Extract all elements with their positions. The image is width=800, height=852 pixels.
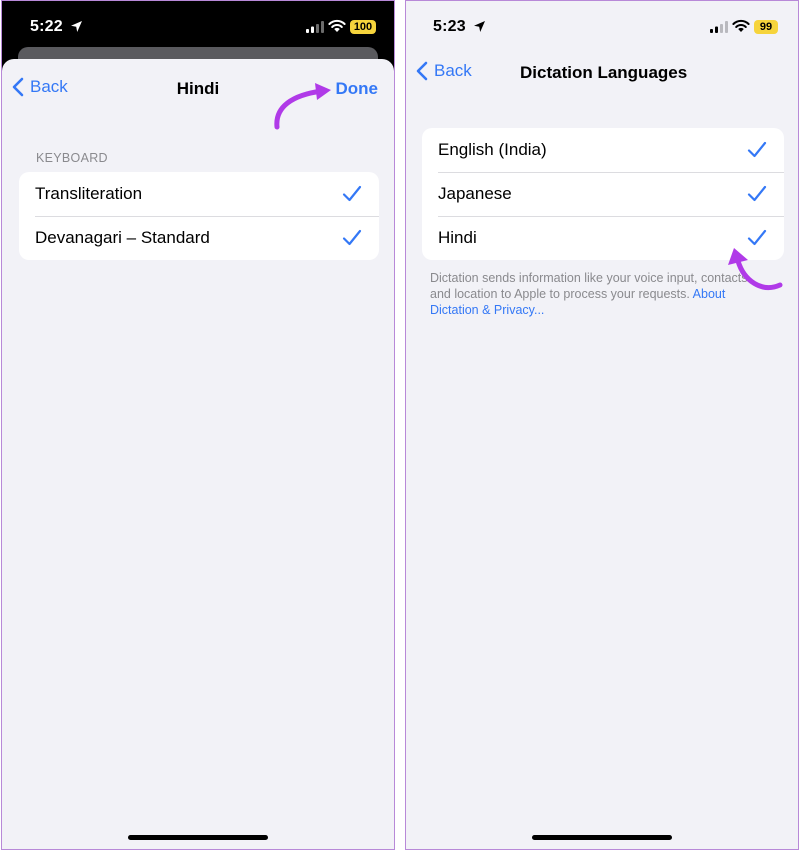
checkmark-icon bbox=[747, 229, 767, 246]
list-item-label: Devanagari – Standard bbox=[35, 228, 210, 247]
list-item-label: Transliteration bbox=[35, 184, 143, 203]
section-header: KEYBOARD bbox=[36, 151, 108, 165]
list-item-hindi[interactable]: Hindi bbox=[422, 216, 784, 260]
status-bar: 5:23 99 bbox=[406, 1, 798, 57]
dictation-footer: Dictation sends information like your vo… bbox=[430, 270, 770, 318]
checkmark-icon bbox=[747, 141, 767, 158]
cellular-signal-icon bbox=[710, 21, 728, 33]
status-time: 5:22 bbox=[30, 18, 63, 35]
back-button[interactable]: Back bbox=[416, 61, 472, 81]
cellular-signal-icon bbox=[306, 21, 324, 33]
list-item-transliteration[interactable]: Transliteration bbox=[19, 172, 379, 216]
location-arrow-icon bbox=[474, 21, 485, 32]
wifi-icon bbox=[732, 19, 750, 32]
location-arrow-icon bbox=[71, 21, 82, 32]
wifi-icon bbox=[328, 19, 346, 32]
page-title: Dictation Languages bbox=[520, 63, 688, 82]
modal-sheet: Back Hindi Done KEYBOARD Transliteration… bbox=[2, 59, 394, 849]
checkmark-icon bbox=[342, 229, 362, 246]
list-item-label: Hindi bbox=[438, 228, 477, 247]
keyboard-options-list: Transliteration Devanagari – Standard bbox=[19, 172, 379, 260]
checkmark-icon bbox=[342, 185, 362, 202]
chevron-left-icon bbox=[416, 61, 428, 81]
list-item-label: Japanese bbox=[438, 184, 512, 203]
checkmark-icon bbox=[747, 185, 767, 202]
done-button[interactable]: Done bbox=[336, 79, 379, 99]
home-indicator bbox=[532, 835, 672, 840]
dictation-languages-list: English (India) Japanese Hindi bbox=[422, 128, 784, 260]
left-phone-screen: 5:22 100 Back Hindi Done KEYBOARD Transl… bbox=[1, 0, 395, 850]
list-item-english-india[interactable]: English (India) bbox=[422, 128, 784, 172]
status-time: 5:23 bbox=[433, 18, 466, 35]
list-item-japanese[interactable]: Japanese bbox=[422, 172, 784, 216]
home-indicator bbox=[128, 835, 268, 840]
list-item-label: English (India) bbox=[438, 140, 547, 159]
right-phone-screen: 5:23 99 Back Dictation Languages English… bbox=[405, 0, 799, 850]
back-label: Back bbox=[434, 61, 472, 80]
battery-indicator: 99 bbox=[754, 20, 778, 34]
battery-indicator: 100 bbox=[350, 20, 376, 34]
list-item-devanagari-standard[interactable]: Devanagari – Standard bbox=[19, 216, 379, 260]
